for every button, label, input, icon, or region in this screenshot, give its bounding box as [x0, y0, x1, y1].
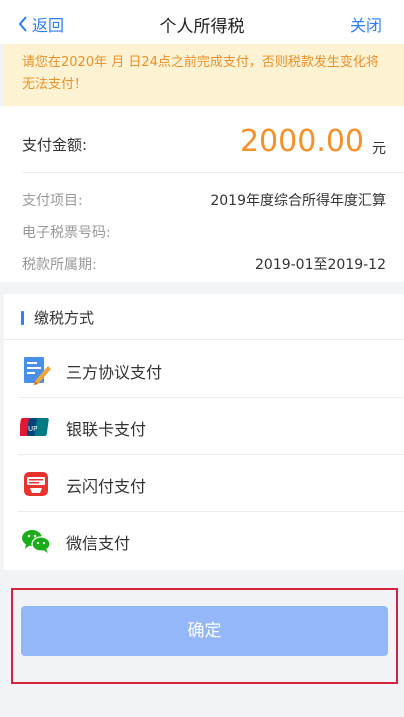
confirm-button[interactable]: 确定 [21, 606, 388, 656]
method-label: 银联卡支付 [66, 420, 147, 439]
payment-methods-panel: 缴税方式 三方协议支付 UP 银联卡支付 云闪付支付 微信支付 [4, 294, 404, 570]
quickpass-icon [24, 472, 48, 496]
amount-unit: 元 [372, 141, 386, 157]
method-quickpass[interactable]: 云闪付支付 [4, 455, 404, 512]
divider [22, 172, 404, 173]
method-label: 三方协议支付 [66, 363, 163, 382]
info-value: 2019-01至2019-12 [255, 257, 386, 273]
page-title: 个人所得税 [159, 17, 245, 37]
info-row-payment-item: 支付项目: 2019年度综合所得年度汇算 [22, 190, 386, 212]
payment-deadline-notice: 请您在2020年 月 日24点之前完成支付，否则税款发生变化将无法支付！ [4, 44, 404, 106]
info-row-tax-period: 税款所属期: 2019-01至2019-12 [22, 254, 386, 276]
close-button[interactable]: 关闭 [350, 12, 382, 36]
methods-header: 缴税方式 [4, 294, 404, 340]
info-key: 税款所属期: [22, 257, 97, 273]
info-key: 支付项目: [22, 193, 83, 209]
amount-label: 支付金额: [22, 136, 88, 154]
svg-text:UP: UP [28, 425, 37, 433]
unionpay-icon: UP [20, 418, 49, 436]
wechat-icon [22, 530, 51, 553]
agreement-icon [24, 357, 51, 385]
nav-bar: 返回 个人所得税 关闭 [0, 0, 404, 44]
amount-row: 支付金额: 2000.00 元 [0, 106, 404, 166]
payment-summary-card: 支付金额: 2000.00 元 支付项目: 2019年度综合所得年度汇算 电子税… [0, 106, 404, 282]
method-unionpay[interactable]: UP 银联卡支付 [4, 398, 404, 455]
method-agreement[interactable]: 三方协议支付 [4, 341, 404, 398]
methods-heading: 缴税方式 [34, 309, 95, 327]
method-label: 微信支付 [66, 534, 131, 553]
info-row-ticket-number: 电子税票号码: [22, 222, 386, 244]
amount-value: 2000.00 [239, 124, 364, 159]
method-label: 云闪付支付 [66, 477, 147, 496]
info-value: 2019年度综合所得年度汇算 [210, 193, 386, 209]
method-wechat[interactable]: 微信支付 [4, 512, 404, 569]
info-key: 电子税票号码: [22, 225, 111, 241]
section-marker [21, 311, 24, 325]
